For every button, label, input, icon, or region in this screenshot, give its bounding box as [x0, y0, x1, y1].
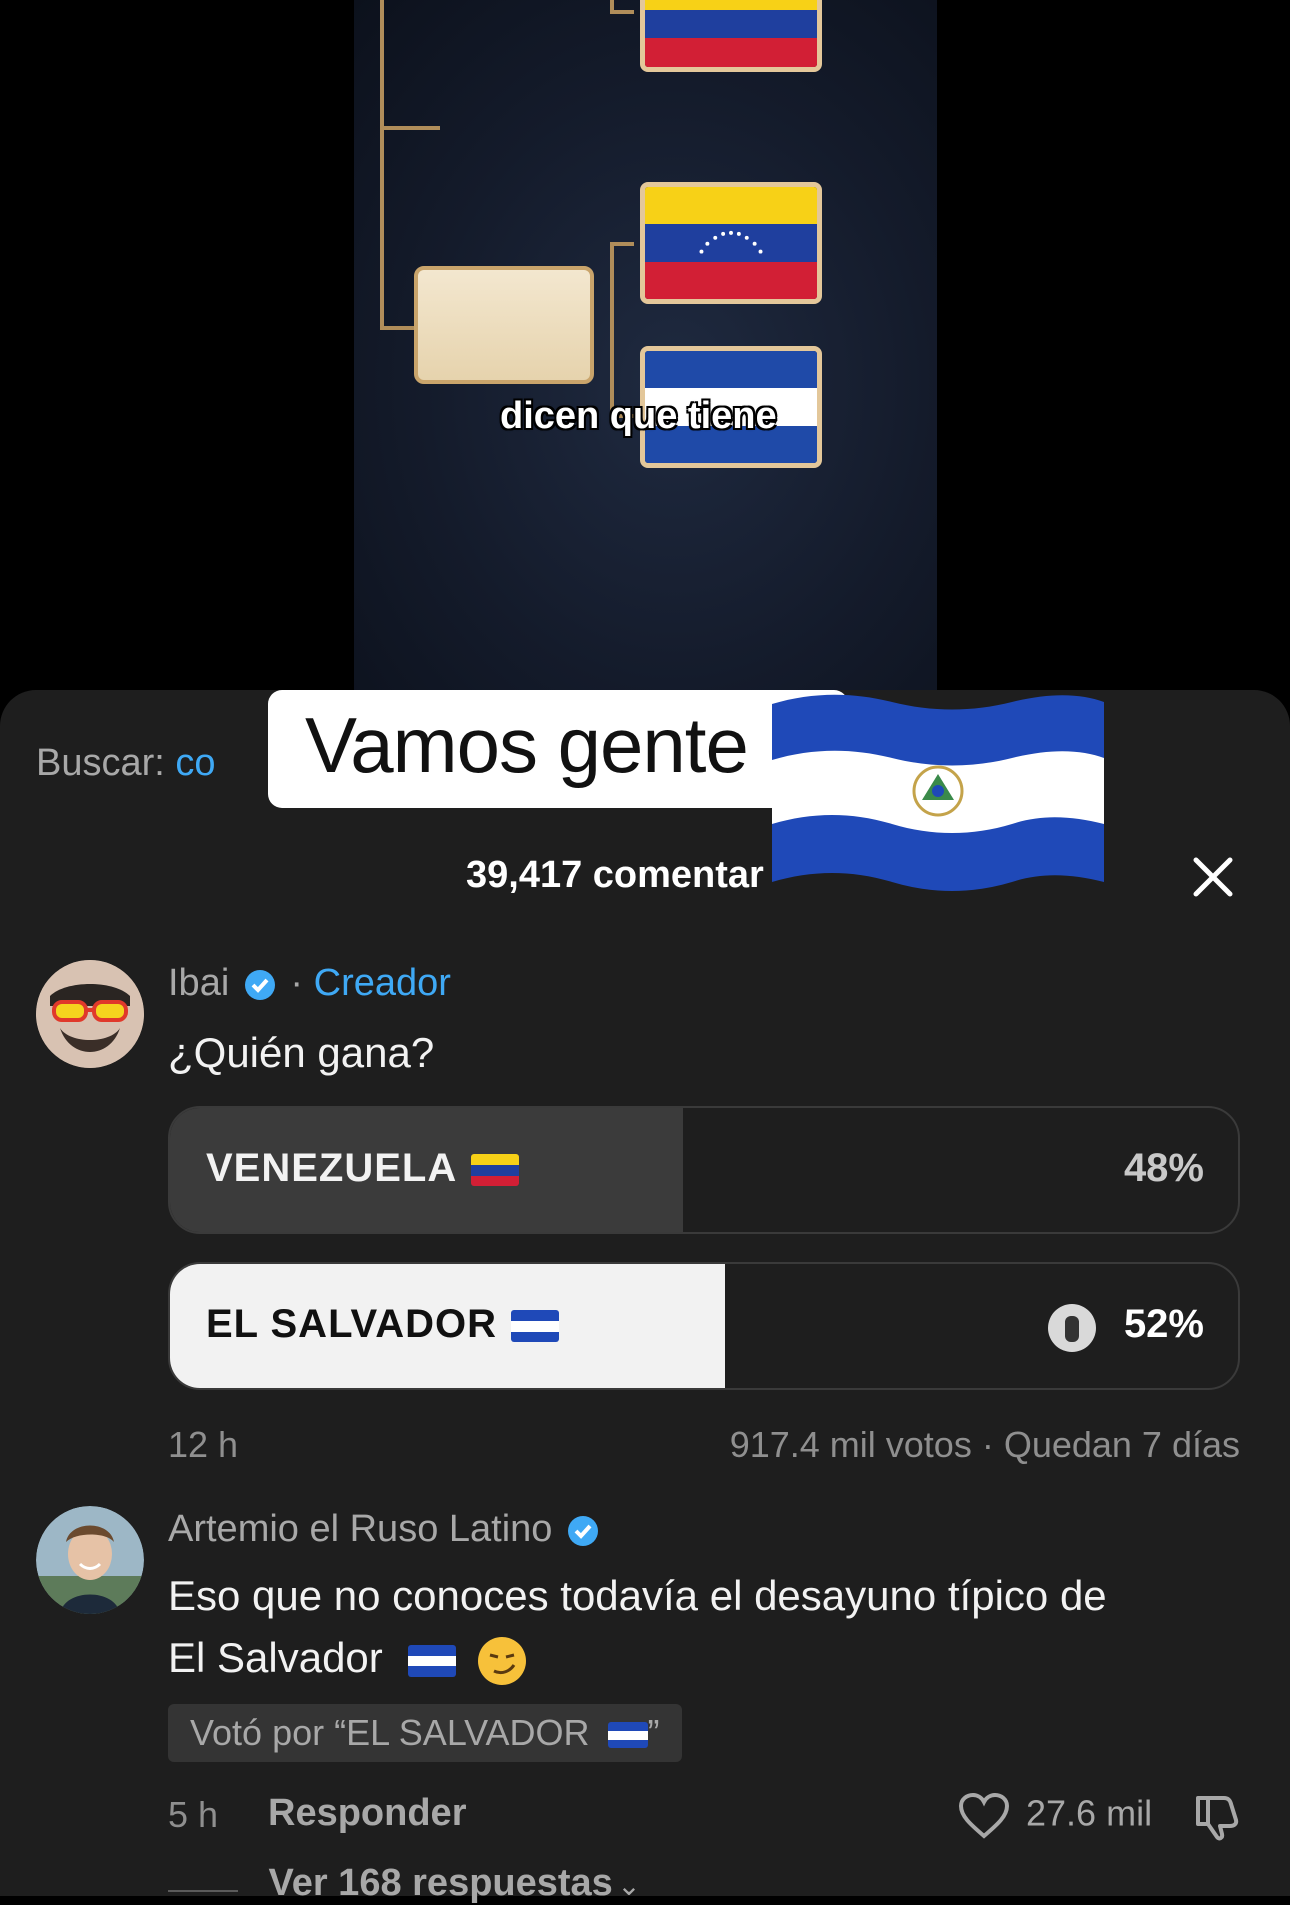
avatar[interactable] [36, 960, 144, 1068]
bracket-line-right [610, 242, 634, 418]
chevron-down-icon: ⌄ [617, 1870, 641, 1901]
empty-bracket-slot [414, 266, 594, 384]
venezuela-flag [640, 182, 822, 304]
voter-avatar [1048, 1304, 1096, 1352]
creator-badge: Creador [313, 962, 451, 1004]
comment-text-line: Eso que no conoces todavía el desayuno t… [168, 1572, 1107, 1619]
poll-option-venezuela[interactable]: VENEZUELA 48% [168, 1106, 1240, 1234]
comment-author[interactable]: Artemio el Ruso Latino [168, 1508, 603, 1551]
el-salvador-flag-icon [607, 1722, 648, 1749]
comment-time: 5 h [168, 1794, 219, 1835]
close-icon[interactable] [1188, 852, 1238, 902]
bracket-line-mid [380, 326, 414, 330]
like-button[interactable]: 27.6 mil [958, 1792, 1152, 1840]
poll-option-el-salvador[interactable]: EL SALVADOR 52% [168, 1262, 1240, 1390]
verified-icon [244, 969, 275, 1000]
bracket-line-top [380, 0, 384, 326]
venezuela-flag-icon [471, 1154, 520, 1187]
verified-icon [567, 1515, 598, 1546]
bracket-line-top-right [610, 0, 634, 14]
avatar[interactable] [36, 1506, 144, 1614]
smirk-emoji-icon [478, 1636, 527, 1685]
poll-percent: 52% [1123, 1302, 1204, 1346]
author-name[interactable]: Ibai [168, 962, 229, 1004]
dislike-icon[interactable] [1192, 1790, 1244, 1842]
poll-percent: 48% [1123, 1146, 1204, 1190]
reply-button[interactable]: Responder [268, 1792, 466, 1835]
search-suggestion[interactable]: Buscar: co [36, 742, 216, 785]
heart-icon [958, 1792, 1010, 1839]
view-replies-label[interactable]: Ver 168 respuestas [268, 1862, 612, 1904]
venezuela-flag-top [640, 0, 822, 72]
video-player[interactable]: dicen que tiene [354, 0, 937, 700]
el-salvador-flag-icon [511, 1310, 560, 1343]
el-salvador-waving-flag-sticker [772, 694, 1104, 892]
video-caption: dicen que tiene [500, 395, 777, 437]
sticker-text: Vamos gente [305, 701, 749, 789]
like-count: 27.6 mil [1026, 1792, 1153, 1834]
poll-option-label: EL SALVADOR [206, 1302, 560, 1347]
author-separator: · [290, 962, 304, 1004]
poll-option-label: VENEZUELA [206, 1146, 520, 1191]
search-query[interactable]: co [175, 742, 215, 784]
comments-count: 39,417 comentar [466, 854, 764, 896]
bracket-line-top-h [380, 126, 440, 130]
comment-text: Eso que no conoces todavía el desayuno t… [168, 1565, 1248, 1689]
voted-for-chip: Votó por “EL SALVADOR ” [168, 1704, 682, 1762]
replies-divider [168, 1889, 238, 1892]
el-salvador-flag-icon [408, 1644, 457, 1677]
search-label: Buscar: [36, 742, 165, 784]
poll-votes-info: 917.4 mil votos · Quedan 7 días [729, 1424, 1240, 1465]
comment-author[interactable]: Ibai · Creador [168, 962, 451, 1005]
author-name[interactable]: Artemio el Ruso Latino [168, 1508, 552, 1550]
view-replies[interactable]: Ver 168 respuestas ⌄ [168, 1862, 641, 1905]
comment-time: 12 h [168, 1424, 239, 1465]
comment-text-line-2: El Salvador [168, 1627, 1248, 1689]
poll-question: ¿Quién gana? [168, 1029, 435, 1076]
